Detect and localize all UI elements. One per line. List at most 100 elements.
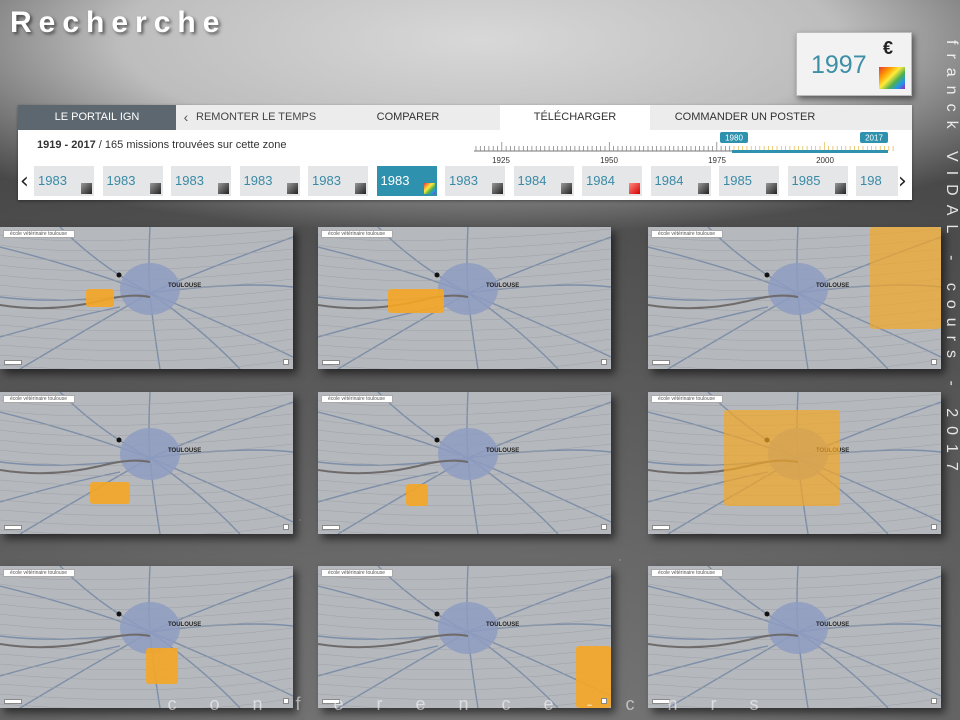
bw-photo-icon [560,183,572,194]
map-result[interactable]: TOULOUSE école vétérinaire toulouse [318,566,611,708]
timeline-tick-label: 2000 [816,156,834,165]
map-search-input[interactable]: école vétérinaire toulouse [651,569,723,577]
map-info-icon[interactable] [283,359,289,365]
bw-photo-icon [766,183,777,194]
chevron-left-icon[interactable]: ‹ [20,169,29,194]
mission-footprint [388,289,444,313]
bw-photo-icon [355,183,366,194]
mission-thumbnail[interactable]: 1983 [102,166,163,196]
city-label: TOULOUSE [168,448,201,454]
mission-thumbnail[interactable]: 198 [856,166,898,196]
timeline-tick-label: 1925 [492,156,510,165]
map-result[interactable]: TOULOUSE école vétérinaire toulouse [648,227,941,369]
bw-photo-icon [697,183,709,194]
mission-year-label: 1984 [586,173,615,188]
mission-footprint [724,410,840,506]
bw-photo-icon [834,183,846,194]
infrared-photo-icon [629,183,640,194]
location-marker-icon [434,272,440,278]
timeline-tick-label: 1950 [600,156,618,165]
results-count: 165 missions trouvées sur cette zone [104,139,287,151]
mission-year-label: 1984 [654,173,684,188]
results-summary: 1919 - 2017 / 165 missions trouvées sur … [37,139,287,151]
location-marker-icon [116,611,122,617]
map-info-icon[interactable] [283,524,289,530]
location-marker-icon [764,611,770,617]
tab-comparer[interactable]: COMPARER [316,105,500,130]
map-result[interactable]: TOULOUSE école vétérinaire toulouse [648,566,941,708]
euro-icon: € [883,38,894,58]
chevron-left-icon[interactable]: ‹ [176,105,196,130]
timeline-end-label: 2017 [865,134,883,143]
timeline-slider[interactable]: 1980 2017 1925 1950 1975 2000 [474,130,894,166]
city-label: TOULOUSE [486,283,519,289]
results-range: 1919 - 2017 [37,139,96,151]
tab-telecharger[interactable]: TÉLÉCHARGER [500,105,650,130]
mission-thumbnail[interactable]: 1984 [513,166,574,196]
map-result[interactable]: TOULOUSEécole vétérinaire toulouse [648,392,941,534]
map-info-icon[interactable] [931,359,937,365]
map-info-icon[interactable] [931,524,937,530]
mission-thumbnail[interactable]: 1985 [719,166,779,196]
bw-photo-icon [492,183,503,194]
mission-thumbnail[interactable]: 1983 [34,166,94,196]
mission-footprint [146,648,178,684]
map-search-input[interactable]: école vétérinaire toulouse [321,230,393,238]
mission-thumbnail[interactable]: 1983 [171,166,231,196]
year-badge[interactable]: 1997 € [796,32,912,96]
page-title: Recherche [10,6,227,39]
mission-footprint [90,482,130,504]
map-search-input[interactable]: école vétérinaire toulouse [651,230,723,238]
timeline-start-handle[interactable]: 1980 [720,132,748,143]
map-result[interactable]: TOULOUSE école vétérinaire toulouse [318,227,611,369]
bw-photo-icon [149,183,161,194]
mission-thumbnail[interactable]: 1984 [582,166,642,196]
mission-thumbnail[interactable]: 1983 [376,166,437,196]
map-search-input[interactable]: école vétérinaire toulouse [3,569,75,577]
map-scale-bar [4,525,22,530]
tab-commander-un-poster[interactable]: COMMANDER UN POSTER [650,105,840,130]
mission-year-label: 1983 [175,173,204,188]
map-tile: TOULOUSE [318,392,611,534]
map-result[interactable]: TOULOUSEécole vétérinaire toulouse [318,392,611,534]
map-search-input[interactable]: école vétérinaire toulouse [321,395,393,403]
mission-year-label: 1983 [38,173,67,188]
timeline-start-label: 1980 [725,134,743,143]
portal-link[interactable]: LE PORTAIL IGN [18,105,176,130]
timeline-ticks [474,142,894,152]
mission-thumbnail[interactable]: 1983 [239,166,300,196]
map-info-icon[interactable] [601,524,607,530]
mission-year-label: 1983 [449,173,478,188]
map-scale-bar [4,360,22,365]
map-tile: TOULOUSE [0,566,293,708]
map-result[interactable]: TOULOUSEécole vétérinaire toulouse [0,566,293,708]
mission-year-label: 1985 [791,173,821,188]
location-marker-icon [434,611,440,617]
map-scale-bar [322,360,340,365]
map-search-input[interactable]: école vétérinaire toulouse [321,569,393,577]
top-nav: LE PORTAIL IGN ‹ REMONTER LE TEMPS COMPA… [18,105,912,130]
timeline-tick-label: 1975 [708,156,726,165]
timeline-end-handle[interactable]: 2017 [860,132,888,143]
mission-thumbnail[interactable]: 1983 [445,166,505,196]
bw-photo-icon [286,183,298,194]
map-scale-bar [322,525,340,530]
city-label: TOULOUSE [816,622,849,628]
mission-year-label: 1983 [243,173,273,188]
city-label: TOULOUSE [486,622,519,628]
map-result[interactable]: TOULOUSE école vétérinaire toulouse [0,392,293,534]
tab-remonter-le-temps[interactable]: REMONTER LE TEMPS [196,105,316,130]
mission-thumbnail[interactable]: 1983 [308,166,368,196]
map-result[interactable]: TOULOUSEécole vétérinaire toulouse [0,227,293,369]
mission-thumbnail[interactable]: 1985 [787,166,848,196]
map-search-input[interactable]: école vétérinaire toulouse [651,395,723,403]
mission-year-label: 198 [860,173,882,188]
map-search-input[interactable]: école vétérinaire toulouse [3,230,75,238]
map-info-icon[interactable] [601,359,607,365]
map-search-input[interactable]: école vétérinaire toulouse [3,395,75,403]
city-label: TOULOUSE [816,283,849,289]
mission-thumbnail[interactable]: 1984 [650,166,711,196]
mission-year-label: 1984 [517,173,547,188]
chevron-right-icon[interactable]: › [898,169,907,194]
year-value: 1997 [811,51,867,79]
